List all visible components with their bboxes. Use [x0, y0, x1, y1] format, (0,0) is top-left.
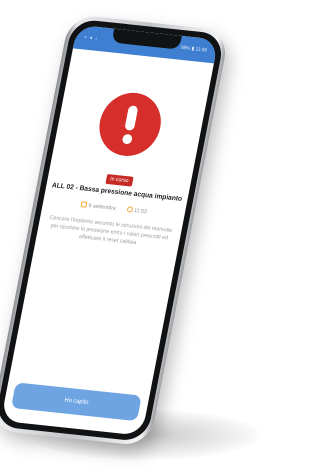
status-icons-left: ▪ ◂ ↓ — [84, 34, 99, 42]
calendar-icon — [80, 201, 88, 208]
exclamation-dot — [121, 133, 133, 145]
exclamation-bar — [124, 105, 139, 131]
alarm-time: 11:53 — [126, 206, 147, 215]
clock-icon — [126, 206, 133, 213]
alarm-description: Caricare l'impianto secondo le istruzion… — [44, 214, 175, 251]
exclamation-icon — [93, 89, 167, 159]
status-badge: In corso — [105, 174, 134, 187]
acknowledge-button[interactable]: Ho capito — [10, 382, 142, 422]
status-clock: 98% ▮ 11:48 — [180, 44, 208, 54]
product-mockup: ▪ ◂ ↓ 98% ▮ 11:48 In corso ALL 02 - Bass… — [0, 0, 276, 475]
phone-device: ▪ ◂ ↓ 98% ▮ 11:48 In corso ALL 02 - Bass… — [0, 14, 230, 447]
alarm-time-text: 11:53 — [133, 207, 148, 216]
alarm-date: 9 settembre — [80, 201, 116, 212]
alarm-date-text: 9 settembre — [87, 203, 117, 212]
